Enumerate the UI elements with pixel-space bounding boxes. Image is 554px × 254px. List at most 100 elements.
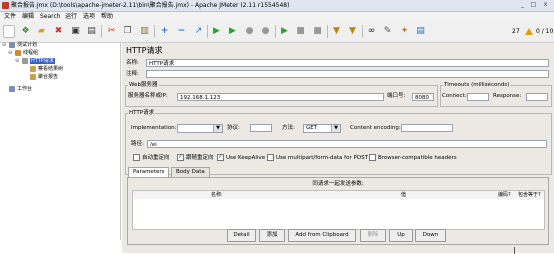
checkmark-icon: ✓ xyxy=(217,154,224,161)
thread-count: 0 / 10 xyxy=(536,28,554,35)
shutdown-icon[interactable]: ● xyxy=(259,25,272,38)
browser-headers-checkbox[interactable]: Browser-compatible headers xyxy=(369,154,457,162)
path-label: 路径: xyxy=(131,141,144,147)
implementation-select[interactable]: ▼ xyxy=(177,124,223,133)
response-label: Response: xyxy=(493,93,522,99)
copy-icon[interactable]: ❐ xyxy=(121,25,134,38)
checkbox-box xyxy=(133,154,140,161)
listener-icon xyxy=(30,73,36,80)
tree-collapse-toggle[interactable]: ⊖ xyxy=(8,49,12,57)
maximize-button[interactable]: □ xyxy=(529,1,538,9)
auto-redirect-checkbox[interactable]: 自动重定向 xyxy=(133,154,170,162)
help-icon[interactable]: ▤ xyxy=(414,25,427,38)
stop-icon[interactable]: ● xyxy=(243,25,256,38)
toolbar: ❖ ▰ ✖ ▣ ▤ ✂ ❐ ▥ + − ↗ ▶ ▶ ● ● ▶ ■ ■ ▼ ▼ … xyxy=(0,22,554,43)
parameters-caption: 同请求一起发送参数: xyxy=(312,181,364,187)
tree-item-view-results-tree[interactable]: 察看结果树 xyxy=(30,65,63,73)
chevron-down-icon: ▼ xyxy=(213,125,222,132)
tab-parameters[interactable]: Parameters xyxy=(128,167,170,177)
expand-icon[interactable]: + xyxy=(158,25,171,38)
close-window-button[interactable]: x xyxy=(541,1,550,9)
tab-body-data[interactable]: Body Data xyxy=(171,167,210,177)
menu-help[interactable]: 帮助 xyxy=(101,12,113,22)
new-icon[interactable] xyxy=(3,25,15,38)
name-field[interactable]: HTTP请求 xyxy=(146,59,549,67)
detail-button[interactable]: Detail xyxy=(227,229,256,242)
remote-stop-icon[interactable]: ■ xyxy=(294,25,307,38)
comment-label: 注释: xyxy=(126,71,139,77)
clear-icon[interactable]: ▼ xyxy=(330,25,343,38)
down-button[interactable]: Down xyxy=(415,229,446,242)
thread-group-icon xyxy=(15,49,21,56)
menu-search[interactable]: Search xyxy=(40,12,61,22)
method-label: 方法: xyxy=(282,125,295,131)
keepalive-checkbox[interactable]: ✓ Use KeepAlive xyxy=(217,154,265,162)
function-helper-icon[interactable]: ✦ xyxy=(398,25,411,38)
window-title: 聚合报告.jmx (D:\tools\apache-jmeter-2.11\bi… xyxy=(11,2,290,9)
tree-collapse-toggle[interactable]: ⊖ xyxy=(15,57,19,65)
checkbox-box xyxy=(369,154,376,161)
chevron-down-icon: ▼ xyxy=(331,125,340,132)
port-label: 端口号: xyxy=(387,93,406,99)
path-field[interactable]: /ei xyxy=(147,140,547,148)
name-label: 名称: xyxy=(126,60,139,66)
menu-file[interactable]: 文件 xyxy=(4,12,16,22)
up-button[interactable]: Up xyxy=(389,229,413,242)
comment-field[interactable] xyxy=(146,70,549,78)
search-icon[interactable]: ∞ xyxy=(365,25,378,38)
toolbar-separator xyxy=(154,25,155,38)
column-header-name[interactable]: 名称: xyxy=(211,191,223,199)
http-request-legend: HTTP请求 xyxy=(128,109,156,117)
open-icon[interactable]: ▰ xyxy=(35,25,48,38)
checkbox-box xyxy=(267,154,274,161)
reset-search-icon[interactable]: ✎ xyxy=(381,25,394,38)
save-icon[interactable]: ▣ xyxy=(69,25,82,38)
remote-shutdown-icon[interactable]: ■ xyxy=(311,25,324,38)
paste-icon[interactable]: ▥ xyxy=(138,25,151,38)
tree-item-workbench[interactable]: 工作台 xyxy=(9,85,32,93)
multipart-checkbox[interactable]: Use multipart/form-data for POST xyxy=(267,154,368,162)
menu-run[interactable]: 运行 xyxy=(65,12,77,22)
tree-item-test-plan[interactable]: 测试计划 xyxy=(9,41,37,49)
toolbar-separator xyxy=(207,25,208,38)
method-select[interactable]: GET ▼ xyxy=(303,124,341,133)
menu-options[interactable]: 选项 xyxy=(83,12,95,22)
server-field[interactable]: 192.168.1.123 xyxy=(177,93,384,101)
start-icon[interactable]: ▶ xyxy=(210,25,223,38)
menu-edit[interactable]: 编辑 xyxy=(22,12,34,22)
protocol-label: 协议: xyxy=(227,125,240,131)
remote-start-icon[interactable]: ▶ xyxy=(278,25,291,38)
close-icon[interactable]: ✖ xyxy=(52,25,65,38)
checkmark-icon: ✓ xyxy=(177,154,184,161)
templates-icon[interactable]: ❖ xyxy=(19,25,32,38)
cut-icon[interactable]: ✂ xyxy=(105,25,118,38)
column-header-value[interactable]: 值 xyxy=(401,191,406,199)
tree-collapse-toggle[interactable]: ⊖ xyxy=(2,41,6,49)
follow-redirects-checkbox[interactable]: ✓ 跟随重定向 xyxy=(177,154,214,162)
tree-item-http-request[interactable]: HTTP请求 xyxy=(22,57,55,65)
column-header-include-equals[interactable]: 包含等于? xyxy=(518,191,541,199)
tree-item-thread-group[interactable]: 线程组 xyxy=(15,49,38,57)
method-value: GET xyxy=(306,125,318,131)
connect-field[interactable] xyxy=(467,93,489,101)
protocol-field[interactable] xyxy=(250,124,272,132)
start-no-pause-icon[interactable]: ▶ xyxy=(226,25,239,38)
minimize-button[interactable]: _ xyxy=(518,1,527,9)
jmeter-app-icon xyxy=(2,2,9,9)
warning-icon[interactable] xyxy=(525,28,533,35)
collapse-icon[interactable]: − xyxy=(175,25,188,38)
delete-button[interactable]: 删除 xyxy=(360,229,386,242)
clear-all-icon[interactable]: ▼ xyxy=(346,25,359,38)
add-button[interactable]: 添加 xyxy=(259,229,285,242)
toggle-icon[interactable]: ↗ xyxy=(192,25,205,38)
column-header-encode[interactable]: 编码? xyxy=(498,191,511,199)
port-field[interactable]: 8080 xyxy=(412,93,434,101)
add-from-clipboard-button[interactable]: Add from Clipboard xyxy=(288,229,356,242)
save-as-icon[interactable]: ▤ xyxy=(85,25,98,38)
sampler-icon xyxy=(22,57,28,64)
parameters-table-body[interactable] xyxy=(132,199,545,230)
content-encoding-field[interactable] xyxy=(401,124,453,132)
implementation-label: Implementation: xyxy=(131,125,177,131)
tree-item-aggregate-report[interactable]: 聚合报告 xyxy=(30,73,58,81)
response-field[interactable] xyxy=(526,93,548,101)
